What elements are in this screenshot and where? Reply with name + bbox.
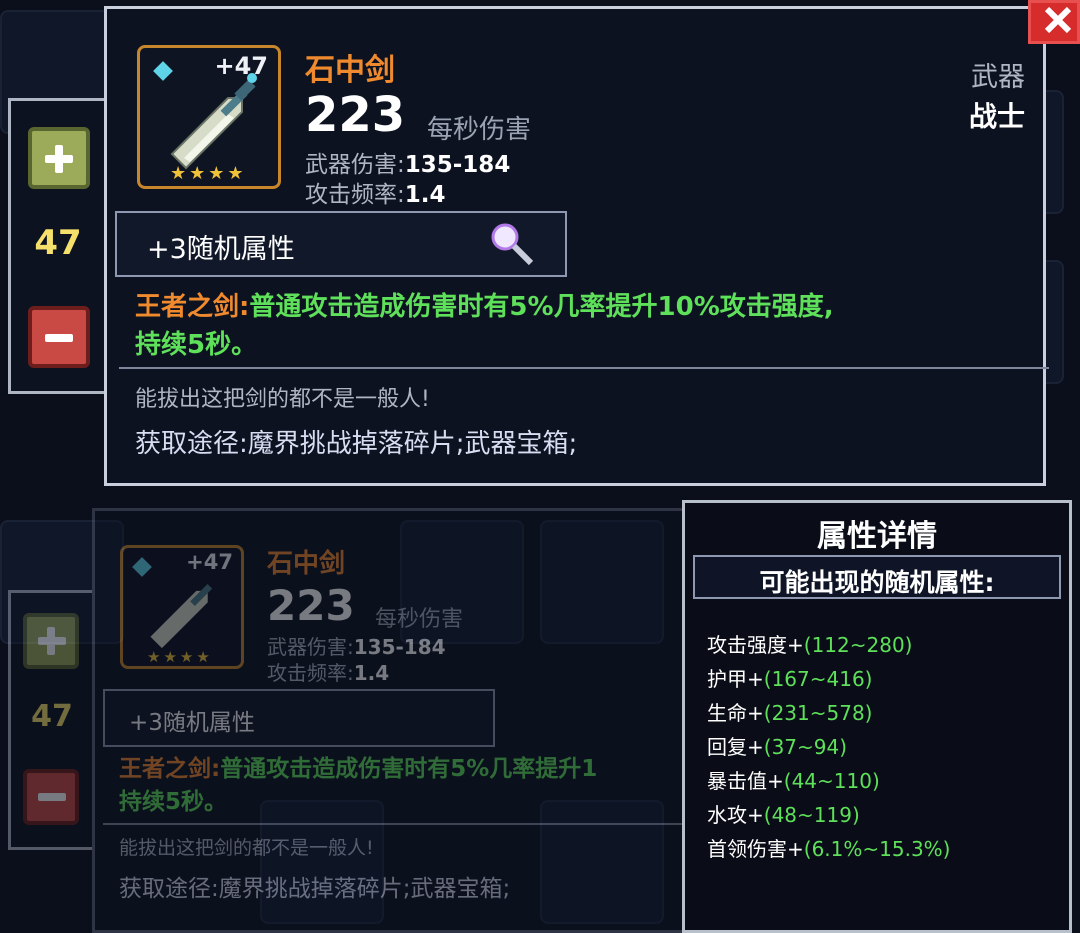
attribute-row: 回复+(37~94): [707, 731, 847, 760]
attribute-range: (48~119): [763, 803, 860, 827]
quantity-value-dimmed: 47: [31, 699, 73, 734]
skill-text-continued: 持续5秒。: [135, 329, 258, 360]
attribute-name: 暴击值+: [707, 769, 784, 793]
quantity-value: 47: [34, 223, 82, 263]
attribute-range: (112~280): [803, 633, 913, 657]
item-skill: 王者之剑:普通攻击造成伤害时有5%几率提升10%攻击强度, 持续5秒。: [135, 289, 834, 364]
item-skill-dimmed: 王者之剑:普通攻击造成伤害时有5%几率提升1 持续5秒。: [119, 756, 598, 816]
item-class: 战士: [968, 100, 1025, 133]
attribute-name: 首领伤害+: [707, 837, 804, 861]
attribute-name: 回复+: [707, 735, 764, 759]
item-icon-frame-dimmed: +47 ★★★★: [120, 545, 244, 669]
decrease-quantity-button[interactable]: [28, 306, 90, 368]
close-icon: [1044, 6, 1072, 34]
attribute-row: 暴击值+(44~110): [707, 765, 880, 794]
attribute-row: 生命+(231~578): [707, 697, 872, 726]
item-tooltip: +47 ★★★★ 石中剑 223 每秒伤害 武器伤害:135-184 攻击频率:…: [104, 6, 1049, 486]
quantity-side-panel-dimmed: 47: [8, 590, 96, 850]
dps-label: 每秒伤害: [427, 115, 532, 145]
skill-name: 王者之剑:: [135, 292, 250, 322]
attribute-row: 护甲+(167~416): [707, 663, 872, 692]
attribute-row: 首领伤害+(6.1%~15.3%): [707, 833, 950, 862]
item-flavor-text-dimmed: 能拔出这把剑的都不是一般人!: [119, 837, 374, 859]
attribute-range: (167~416): [763, 667, 873, 691]
attack-rate-label: 攻击频率:: [305, 182, 405, 208]
attribute-range: (37~94): [763, 735, 848, 759]
weapon-damage-stat-dimmed: 武器伤害:135-184: [267, 635, 446, 659]
item-rarity-stars: ★★★★: [170, 163, 247, 184]
attribute-name: 水攻+: [707, 803, 764, 827]
attribute-subtitle: 可能出现的随机属性:: [759, 568, 995, 597]
random-attributes-button-dimmed: +3随机属性: [103, 689, 495, 747]
attribute-row: 水攻+(48~119): [707, 799, 860, 828]
close-button[interactable]: [1028, 0, 1080, 44]
attack-rate-stat: 攻击频率:1.4: [305, 175, 446, 209]
random-attributes-label-dimmed: +3随机属性: [129, 710, 255, 736]
item-dps: 223: [305, 87, 406, 143]
attribute-range: (6.1%~15.3%): [803, 837, 951, 861]
magnifier-icon: [491, 223, 534, 266]
item-flavor-text: 能拔出这把剑的都不是一般人!: [135, 387, 430, 412]
item-source: 获取途径:魔界挑战掉落碎片;武器宝箱;: [135, 429, 578, 459]
skill-text: 普通攻击造成伤害时有5%几率提升10%攻击强度,: [249, 292, 834, 322]
minus-icon: [45, 334, 73, 342]
item-tooltip-dimmed: +47 ★★★★ 石中剑 223 每秒伤害 武器伤害:135-184 攻击频率:…: [92, 508, 692, 933]
increase-quantity-button[interactable]: [28, 127, 90, 189]
item-name: 石中剑: [305, 53, 395, 88]
attribute-range: (44~110): [783, 769, 880, 793]
item-category: 武器: [971, 62, 1025, 93]
increase-quantity-button-dimmed: [23, 613, 79, 669]
attribute-name: 护甲+: [707, 667, 764, 691]
attack-rate-value: 1.4: [404, 182, 446, 208]
attribute-details-title: 属性详情: [817, 519, 937, 554]
random-attributes-label: +3随机属性: [147, 234, 295, 265]
random-attributes-button[interactable]: +3随机属性: [115, 211, 567, 277]
item-dps-dimmed: 223: [267, 581, 355, 630]
decrease-quantity-button-dimmed: [23, 769, 79, 825]
attribute-row: 攻击强度+(112~280): [707, 629, 912, 658]
attack-rate-stat-dimmed: 攻击频率:1.4: [267, 661, 390, 685]
quantity-side-panel: 47: [8, 98, 108, 394]
attribute-name: 攻击强度+: [707, 633, 804, 657]
tooltip-divider: [119, 367, 1049, 369]
item-name-dimmed: 石中剑: [267, 549, 346, 579]
dps-label-dimmed: 每秒伤害: [375, 607, 464, 632]
attribute-details-panel: 属性详情 可能出现的随机属性: 攻击强度+(112~280) 护甲+(167~4…: [682, 500, 1072, 933]
item-source-dimmed: 获取途径:魔界挑战掉落碎片;武器宝箱;: [119, 876, 511, 902]
attribute-name: 生命+: [707, 701, 764, 725]
attribute-subtitle-box: 可能出现的随机属性:: [693, 555, 1061, 599]
item-icon-frame: +47 ★★★★: [137, 45, 281, 189]
weapon-damage-stat: 武器伤害:135-184: [305, 145, 510, 179]
attribute-range: (231~578): [763, 701, 873, 725]
item-rarity-stars-dimmed: ★★★★: [147, 648, 213, 666]
tooltip-divider-dimmed: [103, 823, 691, 825]
